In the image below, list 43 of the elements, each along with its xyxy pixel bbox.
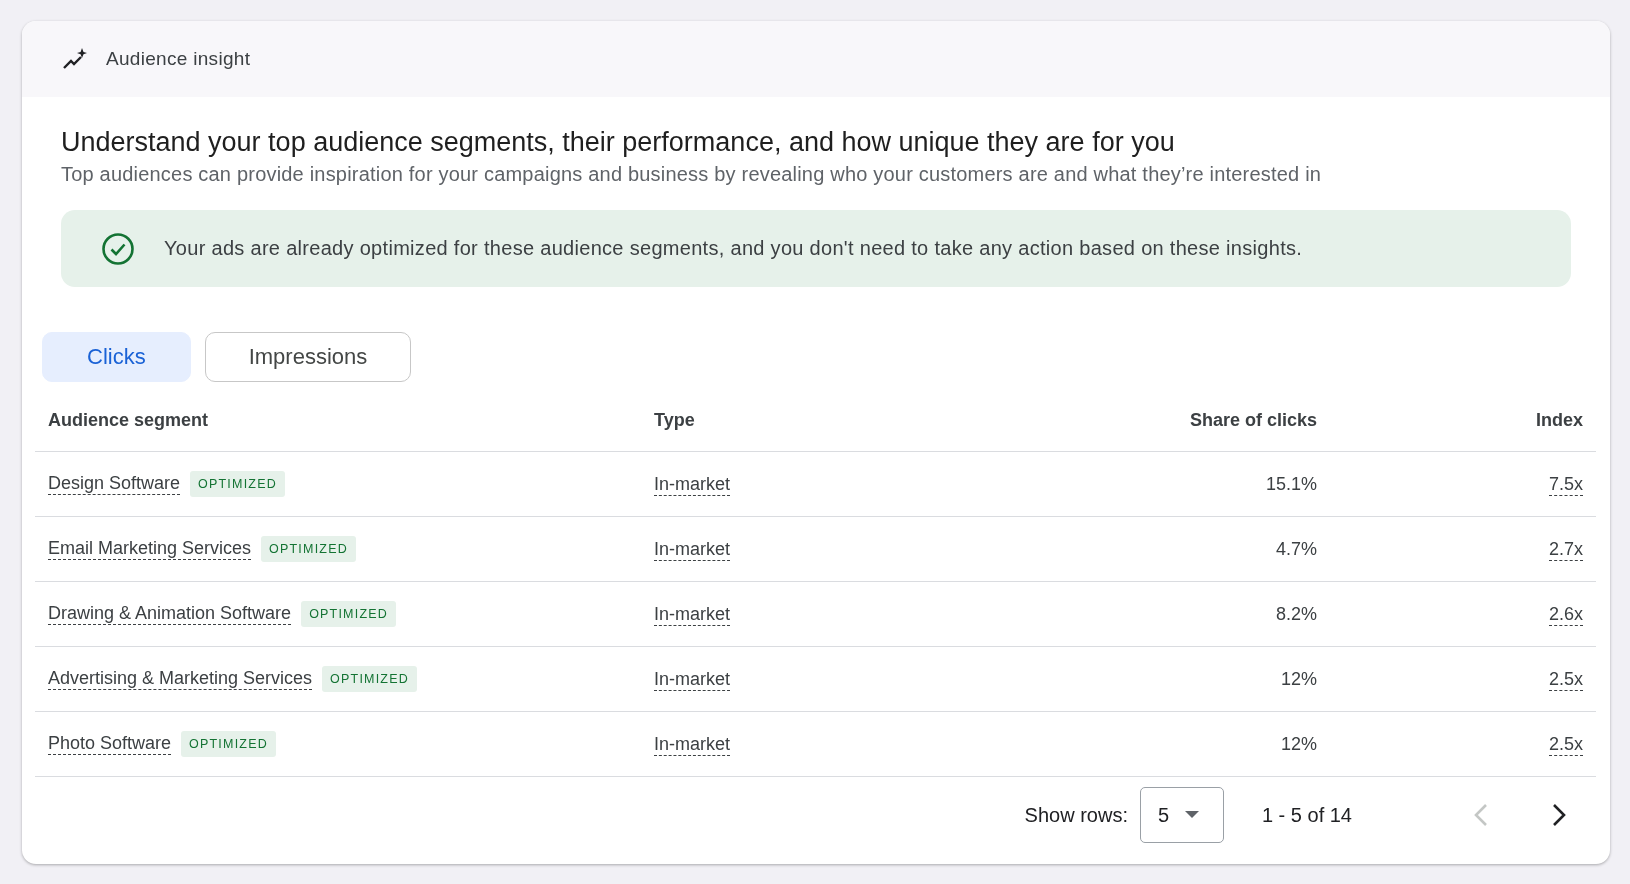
index-link[interactable]: 2.5x [1548,733,1583,756]
metric-tab[interactable]: Clicks [42,332,191,382]
show-rows-label: Show rows: [1024,803,1128,827]
column-header: Audience segment [35,390,641,452]
type-link[interactable]: In-market [654,668,731,691]
rows-dropdown[interactable]: 5 [1139,787,1224,843]
optimized-badge: OPTIMIZED [322,666,417,692]
headline: Understand your top audience segments, their performance, and how unique they are for you [61,126,1176,159]
type-link[interactable]: In-market [654,538,731,561]
share-value: 12% [1280,668,1317,689]
type-link[interactable]: In-market [654,733,731,756]
subtitle: Top audiences can provide inspiration for your campaigns and business by revealing who your customers are and what they’re interested in [61,162,1323,187]
segment-link[interactable]: Advertising & Marketing Services [48,667,313,690]
chevron-right-icon [1552,803,1566,827]
type-link[interactable]: In-market [654,603,731,626]
share-value: 4.7% [1275,538,1317,559]
column-header: Share of clicks [967,390,1330,452]
share-value: 8.2% [1275,603,1317,624]
segment-link[interactable]: Design Software [48,472,181,495]
share-value: 15.1% [1265,473,1317,494]
metric-tab[interactable]: Impressions [204,332,412,382]
column-header: Index [1330,390,1596,452]
check-circle-icon [101,231,135,266]
segment-link[interactable]: Drawing & Animation Software [48,602,292,625]
trend-sparkle-icon [62,47,88,71]
segment-link[interactable]: Photo Software [48,732,172,755]
index-link[interactable]: 2.6x [1548,603,1583,626]
index-link[interactable]: 7.5x [1548,473,1583,496]
type-link[interactable]: In-market [654,473,731,496]
optimized-badge: OPTIMIZED [301,601,396,627]
chevron-left-icon [1474,803,1488,827]
column-header: Type [641,390,967,452]
index-link[interactable]: 2.5x [1548,668,1583,691]
optimized-badge: OPTIMIZED [181,731,276,757]
dropdown-caret-icon [1185,811,1200,819]
optimized-badge: OPTIMIZED [190,471,285,497]
card-title: Audience insight [106,48,251,70]
share-value: 12% [1280,733,1317,754]
segment-link[interactable]: Email Marketing Services [48,537,252,560]
page-range: 1 - 5 of 14 [1261,803,1352,827]
optimized-badge: OPTIMIZED [261,536,356,562]
index-link[interactable]: 2.7x [1548,538,1583,561]
banner-text: Your ads are already optimized for these audience segments, and you don't need to take any action based on these insights. [164,237,1303,260]
